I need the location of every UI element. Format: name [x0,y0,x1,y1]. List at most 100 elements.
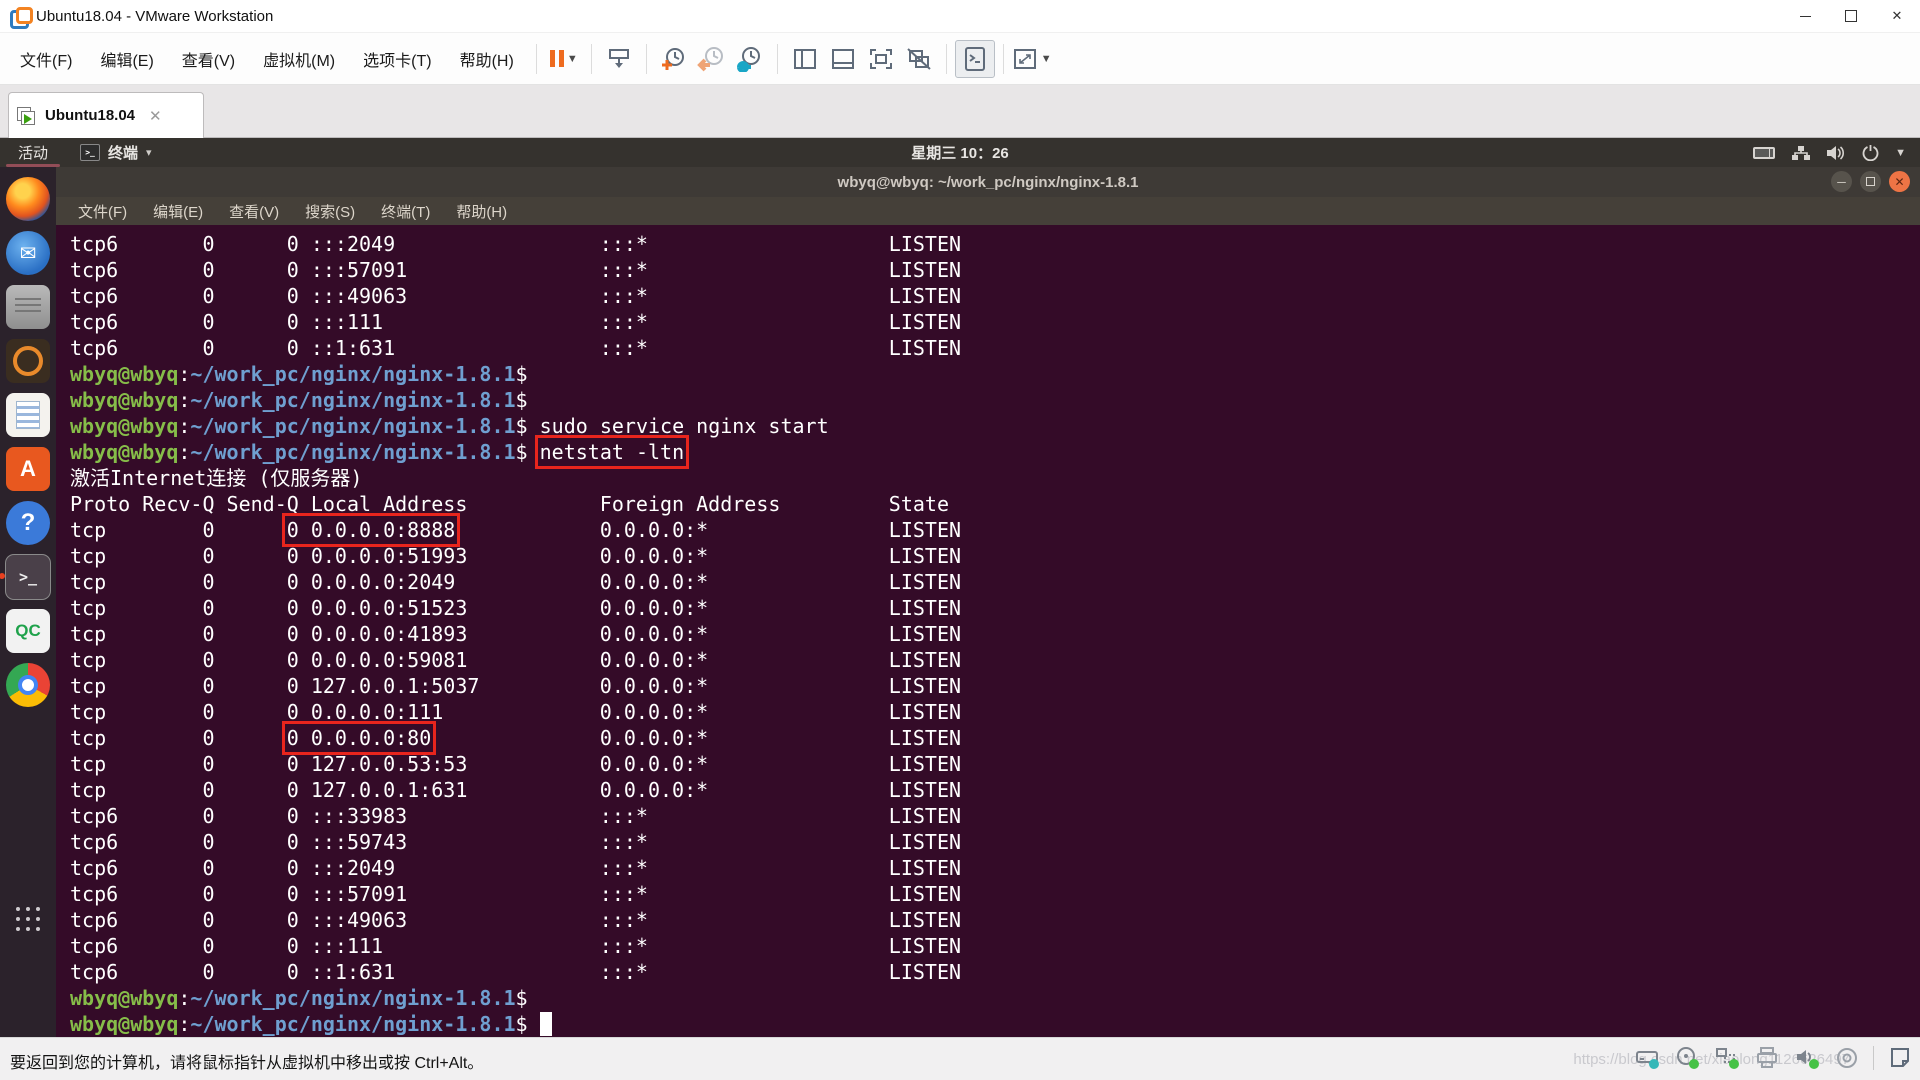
ubuntu-top-bar: 活动 >_ 终端 ▾ 星期三 10：26 [0,138,1920,167]
status-bar: 要返回到您的计算机，请将鼠标指针从虚拟机中移出或按 Ctrl+Alt。 http… [0,1037,1920,1080]
terminal-line: tcp 0 0 0.0.0.0:8888 0.0.0.0:* LISTEN [70,517,1920,543]
fullscreen-button[interactable] [862,41,900,77]
terminal-minimize-button[interactable]: ─ [1831,171,1852,192]
console-icon [963,46,987,72]
terminal-icon[interactable]: >_ [6,555,50,599]
thunderbird-icon[interactable]: ✉ [6,231,50,275]
revert-snapshot-button[interactable] [693,41,731,77]
ctrl-alt-del-icon [606,47,632,71]
pause-button[interactable]: ▼ [545,41,583,77]
message-log-icon [1888,1046,1912,1070]
stretch-icon [1012,47,1038,71]
terminal-line: tcp 0 0 127.0.0.1:5037 0.0.0.0:* LISTEN [70,673,1920,699]
terminal-close-button[interactable]: ✕ [1889,171,1910,192]
maximize-button[interactable] [1828,0,1874,32]
terminal-line: tcp6 0 0 :::111 :::* LISTEN [70,933,1920,959]
ctrl-alt-del-button[interactable] [600,41,638,77]
terminal-line: tcp6 0 0 :::2049 :::* LISTEN [70,855,1920,881]
terminal-line: tcp 0 0 0.0.0.0:51993 0.0.0.0:* LISTEN [70,543,1920,569]
terminal-titlebar[interactable]: wbyq@wbyq: ~/work_pc/nginx/nginx-1.8.1 ─… [56,167,1920,197]
help-icon[interactable]: ? [6,501,50,545]
cd-rom-icon [1675,1046,1701,1070]
terminal-menu-item[interactable]: 查看(V) [229,201,279,222]
system-tray[interactable]: ▼ [1752,144,1920,161]
device-status-icons[interactable] [1635,1046,1912,1070]
vmware-menu-item[interactable]: 虚拟机(M) [249,41,349,77]
clock[interactable]: 星期三 10：26 [911,142,1009,163]
vmware-menu-item[interactable]: 帮助(H) [446,41,528,77]
terminal-line: tcp6 0 0 :::49063 :::* LISTEN [70,907,1920,933]
firefox-icon[interactable] [6,177,50,221]
usb-controller-icon [1835,1046,1859,1070]
terminal-line: tcp6 0 0 :::111 :::* LISTEN [70,309,1920,335]
terminal-line: tcp6 0 0 ::1:631 :::* LISTEN [70,959,1920,985]
tab-ubuntu18-04[interactable]: Ubuntu18.04 ✕ [8,92,204,138]
vmware-menu-item[interactable]: 文件(F) [6,41,86,77]
printer-icon [1755,1046,1781,1070]
activities-button[interactable]: 活动 [0,138,66,167]
annotation-red-box: 0 0.0.0.0:8888 [287,518,456,542]
vmware-menu-item[interactable]: 选项卡(T) [349,41,445,77]
focused-app-menu[interactable]: >_ 终端 ▾ [80,142,152,163]
terminal-cursor [540,1012,552,1036]
terminal-maximize-button[interactable] [1860,171,1881,192]
vmware-logo-icon [10,7,28,25]
terminal-line: Proto Recv-Q Send-Q Local Address Foreig… [70,491,1920,517]
network-adapter-icon [1715,1046,1741,1070]
terminal-menubar: 文件(F) 编辑(E) 查看(V) 搜索(S) 终端(T) 帮助(H) [56,197,1920,226]
unity-mode-button[interactable] [900,41,938,77]
terminal-content[interactable]: tcp6 0 0 :::2049 :::* LISTENtcp6 0 0 :::… [56,225,1920,1037]
terminal-line: wbyq@wbyq:~/work_pc/nginx/nginx-1.8.1$ [70,985,1920,1011]
chevron-down-icon[interactable]: ▼ [1041,53,1052,65]
show-library-button[interactable] [786,41,824,77]
software-icon[interactable]: A [6,447,50,491]
qc-icon[interactable]: QC [6,609,50,653]
show-apps-icon[interactable] [6,897,50,941]
terminal-line: wbyq@wbyq:~/work_pc/nginx/nginx-1.8.1$ s… [70,413,1920,439]
chevron-down-icon[interactable]: ▼ [567,53,578,65]
rhythmbox-icon[interactable] [6,339,50,383]
terminal-line: 激活Internet连接 (仅服务器) [70,465,1920,491]
vmware-menu-item[interactable]: 编辑(E) [86,41,167,77]
terminal-menu-item[interactable]: 终端(T) [381,201,430,222]
stretch-guest-button[interactable]: ▼ [1012,41,1052,77]
terminal-menu-item[interactable]: 文件(F) [78,201,127,222]
show-thumbnail-bar-button[interactable] [824,41,862,77]
chevron-down-icon: ▼ [1895,147,1906,159]
writer-icon[interactable] [6,393,50,437]
manage-snapshots-icon [735,46,765,72]
terminal-line: wbyq@wbyq:~/work_pc/nginx/nginx-1.8.1$ n… [70,439,1920,465]
hard-disk-icon [1635,1046,1661,1070]
revert-snapshot-icon [697,46,727,72]
terminal-line: tcp6 0 0 :::59743 :::* LISTEN [70,829,1920,855]
terminal-menu-item[interactable]: 帮助(H) [456,201,507,222]
terminal-line: tcp 0 0 0.0.0.0:111 0.0.0.0:* LISTEN [70,699,1920,725]
terminal-menu-item[interactable]: 搜索(S) [305,201,355,222]
filecabinet-icon[interactable] [6,285,50,329]
manage-snapshots-button[interactable] [731,41,769,77]
terminal-line: wbyq@wbyq:~/work_pc/nginx/nginx-1.8.1$ [70,361,1920,387]
terminal-line: wbyq@wbyq:~/work_pc/nginx/nginx-1.8.1$ [70,1011,1920,1037]
pause-icon [550,50,564,67]
terminal-line: tcp6 0 0 :::33983 :::* LISTEN [70,803,1920,829]
terminal-menu-item[interactable]: 编辑(E) [153,201,203,222]
terminal-line: tcp6 0 0 :::57091 :::* LISTEN [70,881,1920,907]
terminal-line: tcp6 0 0 :::2049 :::* LISTEN [70,231,1920,257]
unity-mode-icon [906,47,932,71]
terminal-line: tcp6 0 0 :::57091 :::* LISTEN [70,257,1920,283]
chrome-icon[interactable] [6,663,50,707]
console-view-button[interactable] [955,40,995,78]
minimize-button[interactable] [1782,0,1828,32]
close-button[interactable]: ✕ [1874,0,1920,32]
keyboard-icon [1752,146,1776,160]
terminal-line: tcp6 0 0 ::1:631 :::* LISTEN [70,335,1920,361]
fullscreen-icon [868,47,894,71]
vm-screen: 活动 >_ 终端 ▾ 星期三 10：26 [0,138,1920,1037]
vmware-menu-item[interactable]: 查看(V) [168,41,249,77]
terminal-line: tcp 0 0 127.0.0.53:53 0.0.0.0:* LISTEN [70,751,1920,777]
take-snapshot-button[interactable] [655,41,693,77]
library-panel-icon [792,47,818,71]
terminal-mini-icon: >_ [80,144,100,161]
tab-close-icon[interactable]: ✕ [149,107,162,125]
annotation-red-box: netstat -ltn [540,440,685,464]
